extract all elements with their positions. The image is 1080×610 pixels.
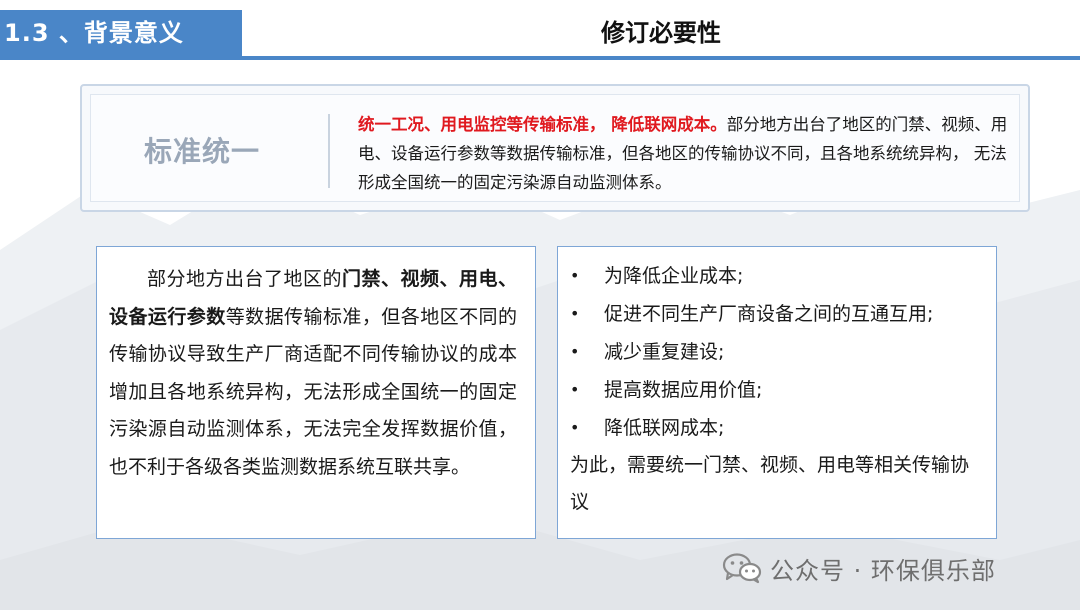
bullet-icon: •	[570, 266, 580, 285]
list-item-text: 降低联网成本;	[604, 417, 725, 439]
banner-highlight: 统一工况、用电监控等传输标准， 降低联网成本。	[358, 115, 727, 134]
list-item: • 为降低企业成本;	[568, 257, 988, 295]
watermark: 公众号 · 环保俱乐部	[722, 550, 996, 586]
description-rest: 等数据传输标准，但各地区不同的传输协议导致生产厂商适配不同传输协议的成本增加且各…	[109, 305, 517, 478]
list-item-text: 提高数据应用价值;	[604, 379, 763, 401]
slide: 1.3 、背景意义 修订必要性 标准统一 统一工况、用电监控等传输标准， 降低联…	[0, 0, 1080, 610]
conclusion-text: 为此，需要统一门禁、视频、用电等相关传输协议	[570, 454, 970, 513]
list-item-text: 为降低企业成本;	[604, 265, 744, 287]
banner-heading: 标准统一	[144, 135, 261, 168]
reasons-box: • 为降低企业成本; • 促进不同生产厂商设备之间的互通互用; • 减少重复建设; •…	[557, 246, 997, 539]
banner-divider	[328, 114, 330, 188]
summary-banner: 标准统一 统一工况、用电监控等传输标准， 降低联网成本。部分地方出台了地区的门禁…	[80, 84, 1030, 212]
watermark-text: 公众号 · 环保俱乐部	[770, 556, 996, 585]
section-label: 1.3 、背景意义	[0, 10, 242, 56]
list-item: • 减少重复建设;	[568, 333, 988, 371]
page-title: 修订必要性	[601, 19, 721, 47]
bullet-icon: •	[570, 380, 580, 399]
list-item: • 提高数据应用价值;	[568, 371, 988, 409]
banner-text: 统一工况、用电监控等传输标准， 降低联网成本。部分地方出台了地区的门禁、视频、用…	[358, 110, 1018, 197]
background-description: 部分地方出台了地区的门禁、视频、用电、设备运行参数等数据传输标准，但各地区不同的…	[109, 261, 517, 486]
reasons-list: • 为降低企业成本; • 促进不同生产厂商设备之间的互通互用; • 减少重复建设; •…	[568, 257, 988, 447]
bullet-icon: •	[570, 304, 580, 323]
bullet-icon: •	[570, 342, 580, 361]
list-item: • 降低联网成本;	[568, 409, 988, 447]
header-divider	[0, 56, 1080, 60]
list-item-text: 减少重复建设;	[604, 341, 725, 363]
list-item-text: 促进不同生产厂商设备之间的互通互用;	[604, 303, 934, 325]
description-intro: 部分地方出台了地区的	[147, 268, 342, 290]
bullet-icon: •	[570, 418, 580, 437]
wechat-icon	[722, 553, 762, 584]
list-item: • 促进不同生产厂商设备之间的互通互用;	[568, 295, 988, 333]
background-description-box: 部分地方出台了地区的门禁、视频、用电、设备运行参数等数据传输标准，但各地区不同的…	[96, 246, 536, 539]
